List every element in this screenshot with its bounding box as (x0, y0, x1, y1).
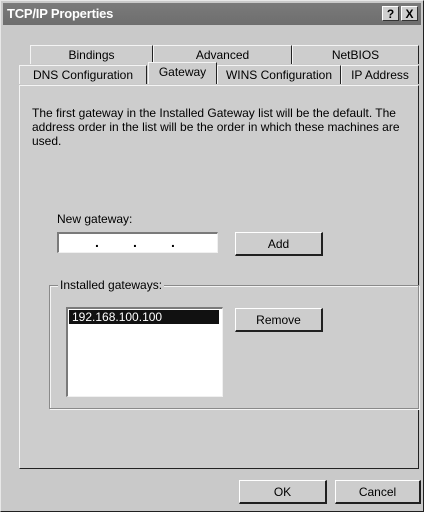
new-gateway-ip-field[interactable]: . . . (57, 232, 218, 253)
installed-gateways-label: Installed gateways: (58, 278, 165, 292)
tab-dns-configuration[interactable]: DNS Configuration (19, 65, 147, 84)
new-gateway-label: New gateway: (57, 212, 133, 226)
remove-button[interactable]: Remove (235, 308, 323, 332)
tcpip-properties-dialog: TCP/IP Properties ? X Bindings Advanced … (0, 0, 424, 512)
title-bar[interactable]: TCP/IP Properties ? X (3, 3, 421, 25)
add-button[interactable]: Add (235, 232, 323, 256)
ip-separator-dot: . (171, 234, 175, 250)
tab-bindings[interactable]: Bindings (30, 45, 153, 64)
installed-gateways-list[interactable]: 192.168.100.100 (66, 307, 223, 397)
ip-separator-dot: . (95, 234, 99, 250)
list-item-selected[interactable]: 192.168.100.100 (69, 310, 219, 324)
ok-button[interactable]: OK (239, 480, 327, 504)
gateway-panel: The first gateway in the Installed Gatew… (19, 85, 419, 469)
gateway-description: The first gateway in the Installed Gatew… (32, 106, 400, 148)
tab-ip-address[interactable]: IP Address (341, 65, 419, 84)
close-button[interactable]: X (401, 6, 418, 21)
tab-gateway[interactable]: Gateway (148, 62, 217, 84)
tab-wins-configuration[interactable]: WINS Configuration (217, 65, 341, 84)
help-button[interactable]: ? (382, 6, 399, 21)
ip-separator-dot: . (133, 234, 137, 250)
window-title: TCP/IP Properties (7, 6, 114, 21)
tab-netbios[interactable]: NetBIOS (292, 45, 419, 64)
cancel-button[interactable]: Cancel (335, 480, 421, 504)
